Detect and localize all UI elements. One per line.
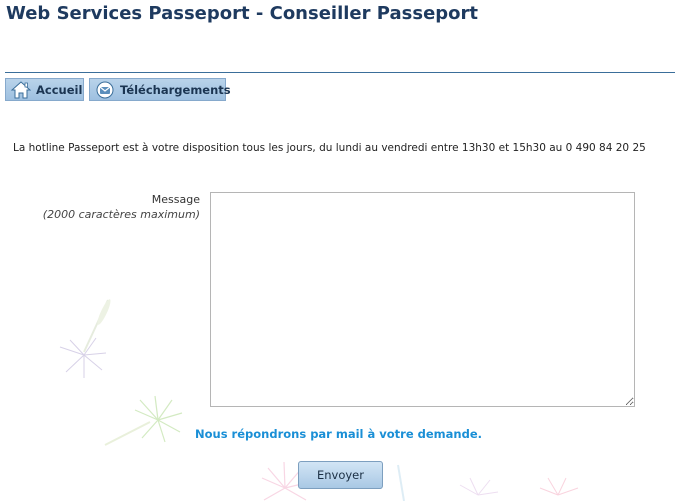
- nav-downloads-label: Téléchargements: [120, 82, 231, 97]
- dandelion-green-decoration: [104, 395, 183, 446]
- nav-downloads-button[interactable]: Téléchargements: [89, 78, 231, 101]
- hotline-info-text: La hotline Passeport est à votre disposi…: [13, 142, 646, 154]
- dandelion-purple-decoration: [59, 299, 111, 378]
- message-char-limit-hint: (2000 caractères maximum): [42, 208, 200, 221]
- message-textarea[interactable]: [210, 192, 635, 407]
- dandelion-right-decoration: [397, 464, 579, 501]
- header-divider: [5, 72, 675, 73]
- message-label-group: Message (2000 caractères maximum): [43, 192, 200, 222]
- message-label: Message: [151, 193, 200, 206]
- page-title: Web Services Passeport - Conseiller Pass…: [6, 3, 479, 24]
- send-button[interactable]: Envoyer: [298, 461, 383, 489]
- nav-home-label: Accueil: [36, 82, 83, 97]
- reply-by-mail-note: Nous répondrons par mail à votre demande…: [195, 427, 482, 441]
- nav-home-button[interactable]: Accueil: [5, 78, 84, 101]
- envelope-download-icon: [95, 81, 115, 99]
- home-icon: [11, 80, 31, 99]
